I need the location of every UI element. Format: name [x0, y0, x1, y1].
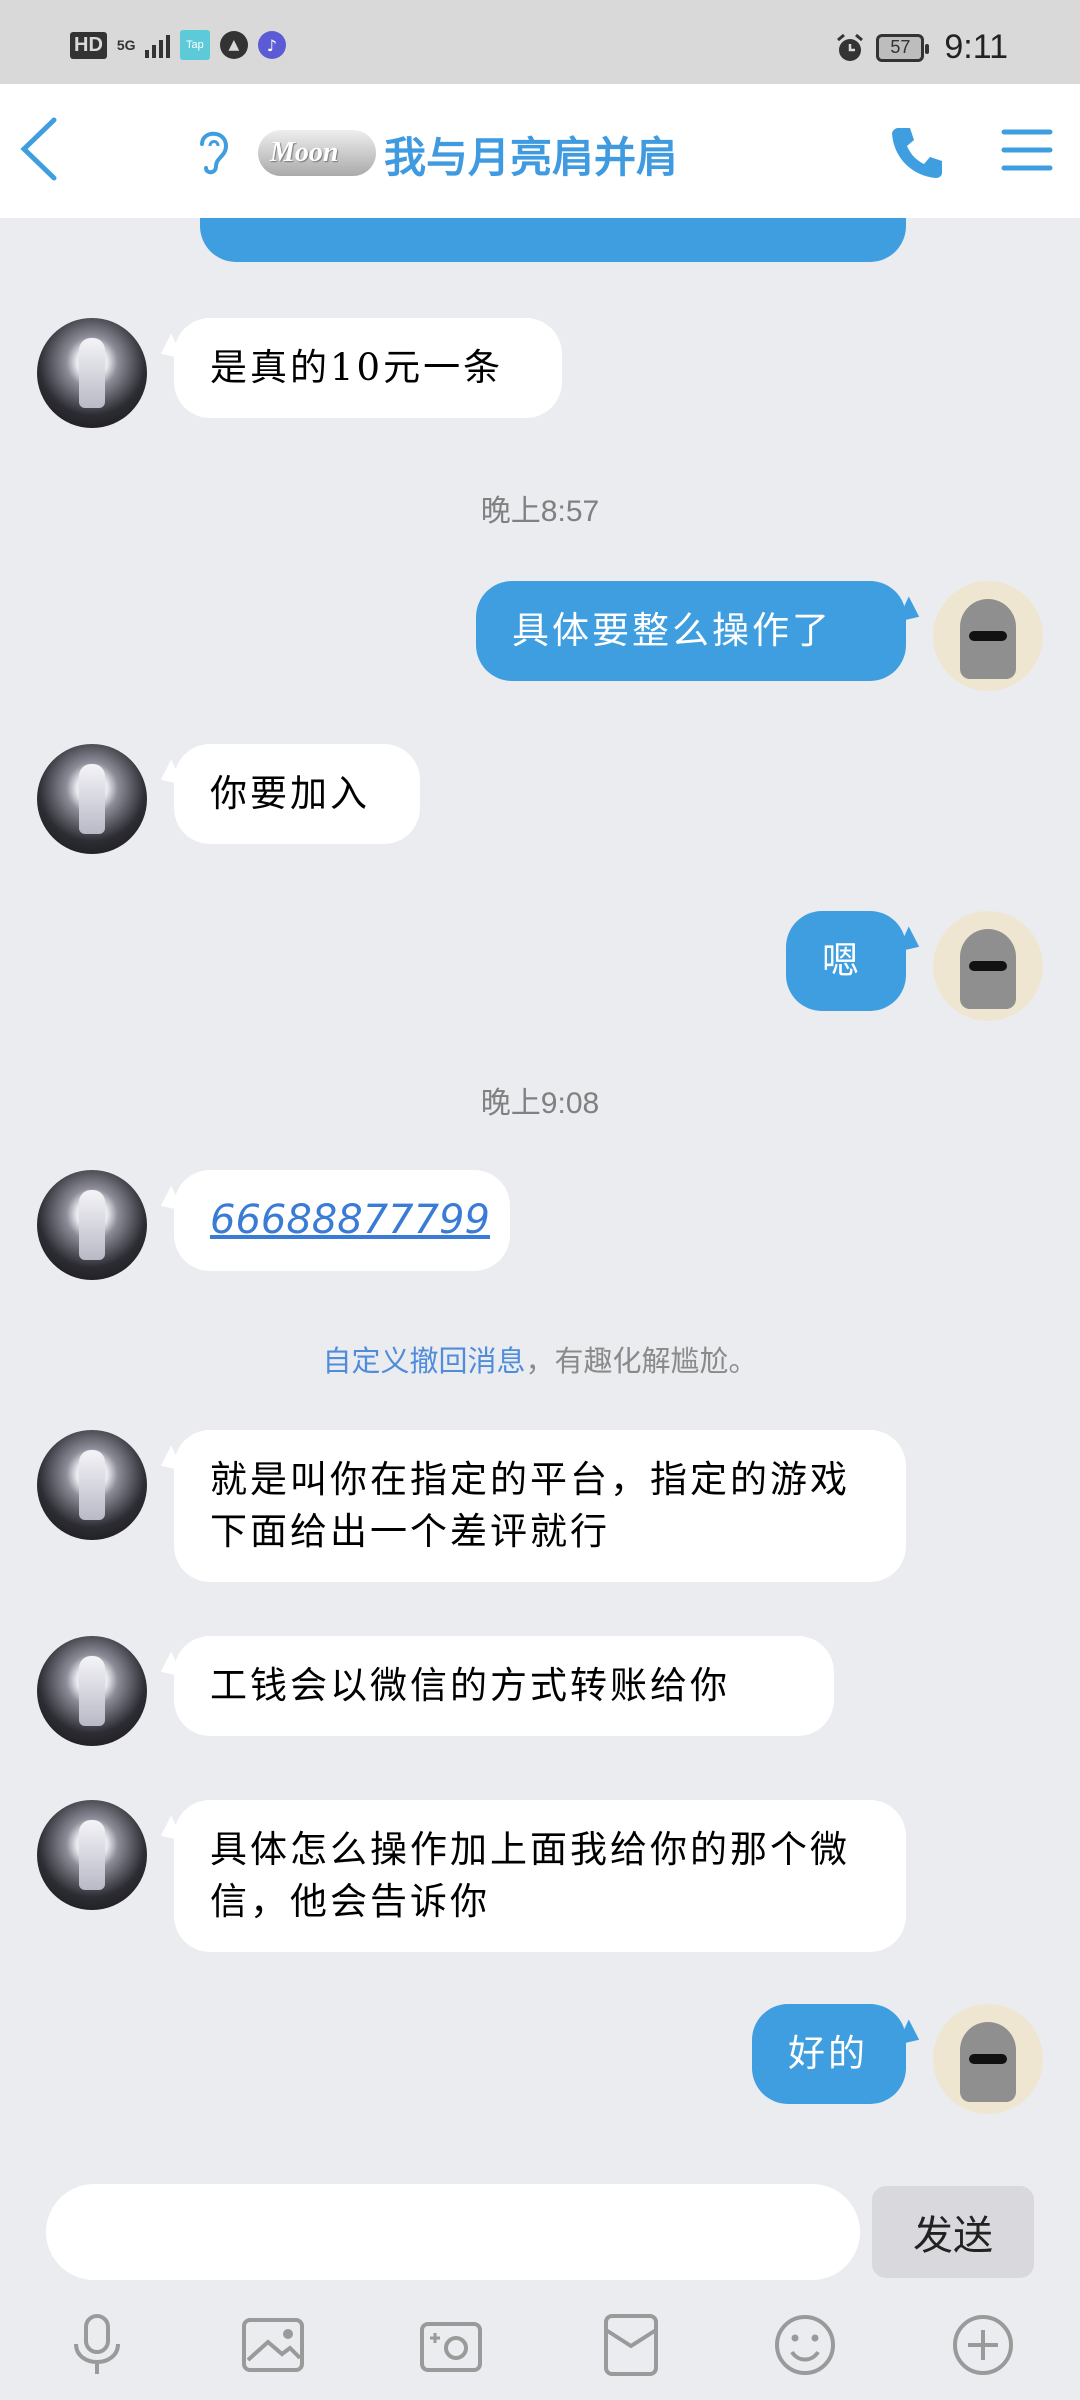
- message-bubble-left[interactable]: 具体怎么操作加上面我给你的那个微信，他会告诉你: [174, 1800, 906, 1952]
- message-bubble-left[interactable]: 你要加入: [174, 744, 420, 844]
- notification-app-icon: ▲: [219, 31, 248, 59]
- chat-title[interactable]: 我与月亮肩并肩: [384, 124, 678, 185]
- system-tip: 自定义撤回消息，有趣化解尴尬。: [0, 1338, 1080, 1380]
- network-type: 5G: [116, 37, 136, 53]
- taptap-app-icon: Tap: [179, 30, 210, 60]
- moon-badge: Moon: [258, 130, 376, 176]
- contact-avatar[interactable]: [37, 1430, 147, 1540]
- status-bar: HD 5G Tap ▲ ♪ 57 9:11: [0, 0, 1080, 84]
- message-input[interactable]: [46, 2184, 860, 2280]
- music-app-icon: ♪: [257, 31, 286, 59]
- chat-toolbar: [0, 2310, 1080, 2380]
- microphone-icon[interactable]: [62, 2310, 132, 2380]
- message-bubble-left[interactable]: 工钱会以微信的方式转账给你: [174, 1636, 834, 1736]
- plus-icon[interactable]: [948, 2310, 1018, 2380]
- status-icons-left: HD 5G Tap ▲ ♪: [70, 30, 286, 60]
- contact-avatar[interactable]: [37, 744, 147, 854]
- phone-number-link[interactable]: 66688877799: [210, 1197, 490, 1243]
- send-button[interactable]: 发送: [872, 2186, 1034, 2278]
- timestamp: 晚上9:08: [480, 1087, 600, 1120]
- camera-icon[interactable]: [416, 2310, 486, 2380]
- phone-call-icon[interactable]: [888, 122, 948, 182]
- message-bubble-right[interactable]: 嗯: [786, 911, 906, 1011]
- message-bubble-partial[interactable]: [200, 218, 906, 262]
- menu-icon[interactable]: [1000, 126, 1054, 174]
- system-tip-text: ，有趣化解尴尬。: [525, 1344, 758, 1378]
- message-bubble-right[interactable]: 具体要整么操作了: [476, 581, 906, 681]
- contact-avatar[interactable]: [37, 318, 147, 428]
- alarm-icon: [837, 33, 864, 61]
- status-icons-right: 57 9:11: [834, 28, 1008, 67]
- signal-icon: [144, 32, 170, 58]
- hd-indicator: HD: [70, 31, 107, 59]
- contact-avatar[interactable]: [37, 1170, 147, 1280]
- my-avatar[interactable]: [933, 2004, 1043, 2114]
- message-bubble-right[interactable]: 好的: [752, 2004, 906, 2104]
- battery-indicator: 57: [876, 33, 930, 62]
- chat-header: Moon 我与月亮肩并肩: [0, 84, 1080, 218]
- my-avatar[interactable]: [933, 581, 1043, 691]
- contact-avatar[interactable]: [37, 1636, 147, 1746]
- red-packet-icon[interactable]: [596, 2310, 666, 2380]
- image-icon[interactable]: [238, 2310, 308, 2380]
- message-bubble-left[interactable]: 就是叫你在指定的平台，指定的游戏下面给出一个差评就行: [174, 1430, 906, 1582]
- input-bar: 发送: [0, 2160, 1080, 2400]
- clock: 9:11: [944, 28, 1008, 66]
- contact-avatar[interactable]: [37, 1800, 147, 1910]
- my-avatar[interactable]: [933, 911, 1043, 1021]
- ear-icon[interactable]: [192, 124, 236, 178]
- custom-recall-link[interactable]: 自定义撤回消息: [322, 1344, 525, 1378]
- emoji-icon[interactable]: [770, 2310, 840, 2380]
- timestamp: 晚上8:57: [480, 495, 600, 528]
- message-bubble-left[interactable]: 是真的10元一条: [174, 318, 562, 418]
- back-icon[interactable]: [10, 114, 70, 184]
- message-list[interactable]: 是真的10元一条 晚上8:57 具体要整么操作了 你要加入 嗯 晚上9:08 6…: [0, 218, 1080, 2160]
- message-bubble-left[interactable]: 66688877799: [174, 1170, 510, 1271]
